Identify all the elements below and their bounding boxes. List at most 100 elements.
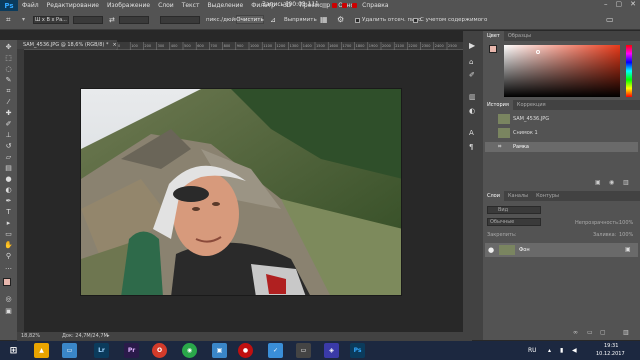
eyedropper-tool-icon[interactable]: ⁄ <box>4 99 13 106</box>
more-tools-icon[interactable]: … <box>4 264 13 271</box>
swatches-icon[interactable]: ▥ <box>469 93 476 101</box>
history-snapshot[interactable]: SAM_4536.JPG <box>485 114 638 126</box>
tab-swatches[interactable]: Образцы <box>504 33 535 39</box>
new-layer-icon[interactable]: ▢ <box>600 329 606 336</box>
taskbar-recorder-icon[interactable]: ● <box>238 343 253 358</box>
taskbar-opera-icon[interactable]: O <box>152 343 167 358</box>
foreground-color-swatch[interactable] <box>3 278 11 286</box>
ratio-select[interactable]: Ш x В x Ра... <box>33 16 69 24</box>
dodge-tool-icon[interactable]: ◐ <box>4 187 13 194</box>
width-field[interactable] <box>73 16 103 24</box>
layer-row[interactable]: ● Фон ▣ <box>485 243 638 257</box>
overlay-grid-icon[interactable]: ▦ <box>320 15 328 24</box>
height-field[interactable] <box>119 16 149 24</box>
start-button-icon[interactable]: ⊞ <box>6 343 21 358</box>
fg-color-swatch[interactable] <box>489 45 497 53</box>
layer-filter-select[interactable]: Вид <box>487 206 541 214</box>
tool-preset-arrow-icon[interactable]: ▾ <box>22 16 25 23</box>
crop-tool-icon[interactable]: ⌗ <box>6 15 16 24</box>
minimize-icon[interactable]: – <box>604 0 608 8</box>
trash-icon[interactable]: ▥ <box>623 179 629 186</box>
brush-tool-icon[interactable]: ✐ <box>4 121 13 128</box>
menu-edit[interactable]: Редактирование <box>43 2 103 9</box>
brush-panel-icon[interactable]: ✐ <box>469 71 475 79</box>
color-picker-marker[interactable] <box>536 50 540 54</box>
history-item-active[interactable]: ⌗ Рамка <box>485 142 638 152</box>
gear-icon[interactable]: ⚙ <box>337 15 344 24</box>
taskbar-app-icon[interactable]: ✓ <box>268 343 283 358</box>
taskbar-app-icon[interactable]: ▲ <box>34 343 49 358</box>
taskbar-app-icon[interactable]: ◈ <box>324 343 339 358</box>
type-tool-icon[interactable]: T <box>4 209 13 216</box>
history-icon[interactable]: ⌂ <box>469 58 473 66</box>
menu-help[interactable]: Справка <box>358 2 392 9</box>
language-indicator[interactable]: RU <box>528 347 537 354</box>
menu-image[interactable]: Изображение <box>103 2 154 9</box>
marquee-tool-icon[interactable]: ⬚ <box>4 55 13 62</box>
workspace-icon[interactable]: ▭ <box>606 15 614 24</box>
straighten-icon[interactable]: ⊿ <box>270 16 276 24</box>
quick-select-tool-icon[interactable]: ✎ <box>4 77 13 84</box>
delete-layer-icon[interactable]: ▥ <box>623 329 629 336</box>
rec-pause-icon[interactable] <box>322 3 327 8</box>
zoom-tool-icon[interactable]: ⚲ <box>4 253 13 260</box>
character-icon[interactable]: A <box>469 129 474 137</box>
hue-slider[interactable] <box>626 45 632 97</box>
content-aware-checkbox[interactable] <box>413 18 418 23</box>
rec-stop-icon[interactable] <box>342 3 347 8</box>
history-item[interactable]: Снимок 1 <box>485 128 638 140</box>
eraser-tool-icon[interactable]: ▱ <box>4 154 13 161</box>
new-document-from-state-icon[interactable]: ▣ <box>595 179 601 186</box>
menu-type[interactable]: Текст <box>178 2 204 9</box>
taskbar-premiere-icon[interactable]: Pr <box>124 343 139 358</box>
quick-mask-icon[interactable]: ◎ <box>4 296 13 303</box>
resolution-field[interactable] <box>160 16 200 24</box>
close-icon[interactable]: ✕ <box>630 0 636 8</box>
menu-file[interactable]: Файл <box>18 2 43 9</box>
taskbar-app-icon[interactable]: ▭ <box>296 343 311 358</box>
rec-stop-icon[interactable] <box>332 3 337 8</box>
tab-layers[interactable]: Слои <box>483 191 504 201</box>
units-select[interactable]: пикс./дюйм <box>206 17 239 23</box>
visibility-eye-icon[interactable]: ● <box>488 246 494 254</box>
tab-history[interactable]: История <box>483 100 513 110</box>
crop-tool-icon[interactable]: ⌗ <box>4 88 13 95</box>
clone-stamp-tool-icon[interactable]: ⊥ <box>4 132 13 139</box>
taskbar-app-icon[interactable]: ▣ <box>212 343 227 358</box>
adjust-icon[interactable]: ◐ <box>469 107 475 115</box>
opacity-field[interactable]: 100% <box>619 220 633 226</box>
taskbar-lightroom-icon[interactable]: Lr <box>94 343 109 358</box>
new-group-icon[interactable]: ▭ <box>587 329 593 336</box>
status-arrow-icon[interactable]: ▸ <box>107 333 110 339</box>
taskbar-app-icon[interactable]: ▭ <box>62 343 77 358</box>
blend-mode-select[interactable]: Обычные <box>487 218 541 226</box>
rec-record-icon[interactable] <box>352 3 357 8</box>
snapshot-camera-icon[interactable]: ◉ <box>609 179 614 186</box>
volume-icon[interactable]: ◀ <box>572 347 577 354</box>
tray-arrow-icon[interactable]: ▴ <box>548 347 551 354</box>
document-tab[interactable]: SAM_4536.JPG @ 18,6% (RGB/8) * × <box>17 40 117 49</box>
color-field[interactable] <box>504 45 620 97</box>
screen-mode-icon[interactable]: ▣ <box>4 308 13 315</box>
hand-tool-icon[interactable]: ✋ <box>4 242 13 249</box>
straighten-button[interactable]: Выпрямить <box>284 17 317 23</box>
clear-button[interactable]: Очистить <box>236 15 264 24</box>
fill-field[interactable]: 100% <box>619 232 633 238</box>
play-icon[interactable]: ▶ <box>469 41 475 50</box>
history-brush-tool-icon[interactable]: ↺ <box>4 143 13 150</box>
tab-color[interactable]: Цвет <box>483 31 504 41</box>
swap-icon[interactable]: ⇄ <box>109 16 115 24</box>
tab-adjustments[interactable]: Коррекция <box>513 102 550 108</box>
pen-tool-icon[interactable]: ✒ <box>4 198 13 205</box>
tab-paths[interactable]: Контуры <box>532 193 563 199</box>
lasso-tool-icon[interactable]: ◌ <box>4 66 13 73</box>
document-image[interactable] <box>80 88 402 296</box>
maximize-icon[interactable]: ▢ <box>616 0 623 8</box>
clock-time[interactable]: 19:31 <box>604 343 618 349</box>
zoom-level[interactable]: 18,82% <box>21 333 40 339</box>
path-select-tool-icon[interactable]: ▸ <box>4 220 13 227</box>
shape-tool-icon[interactable]: ▭ <box>4 231 13 238</box>
taskbar-photoshop-icon[interactable]: Ps <box>350 343 365 358</box>
tray-icon[interactable]: ▮ <box>560 347 563 354</box>
gradient-tool-icon[interactable]: ▤ <box>4 165 13 172</box>
